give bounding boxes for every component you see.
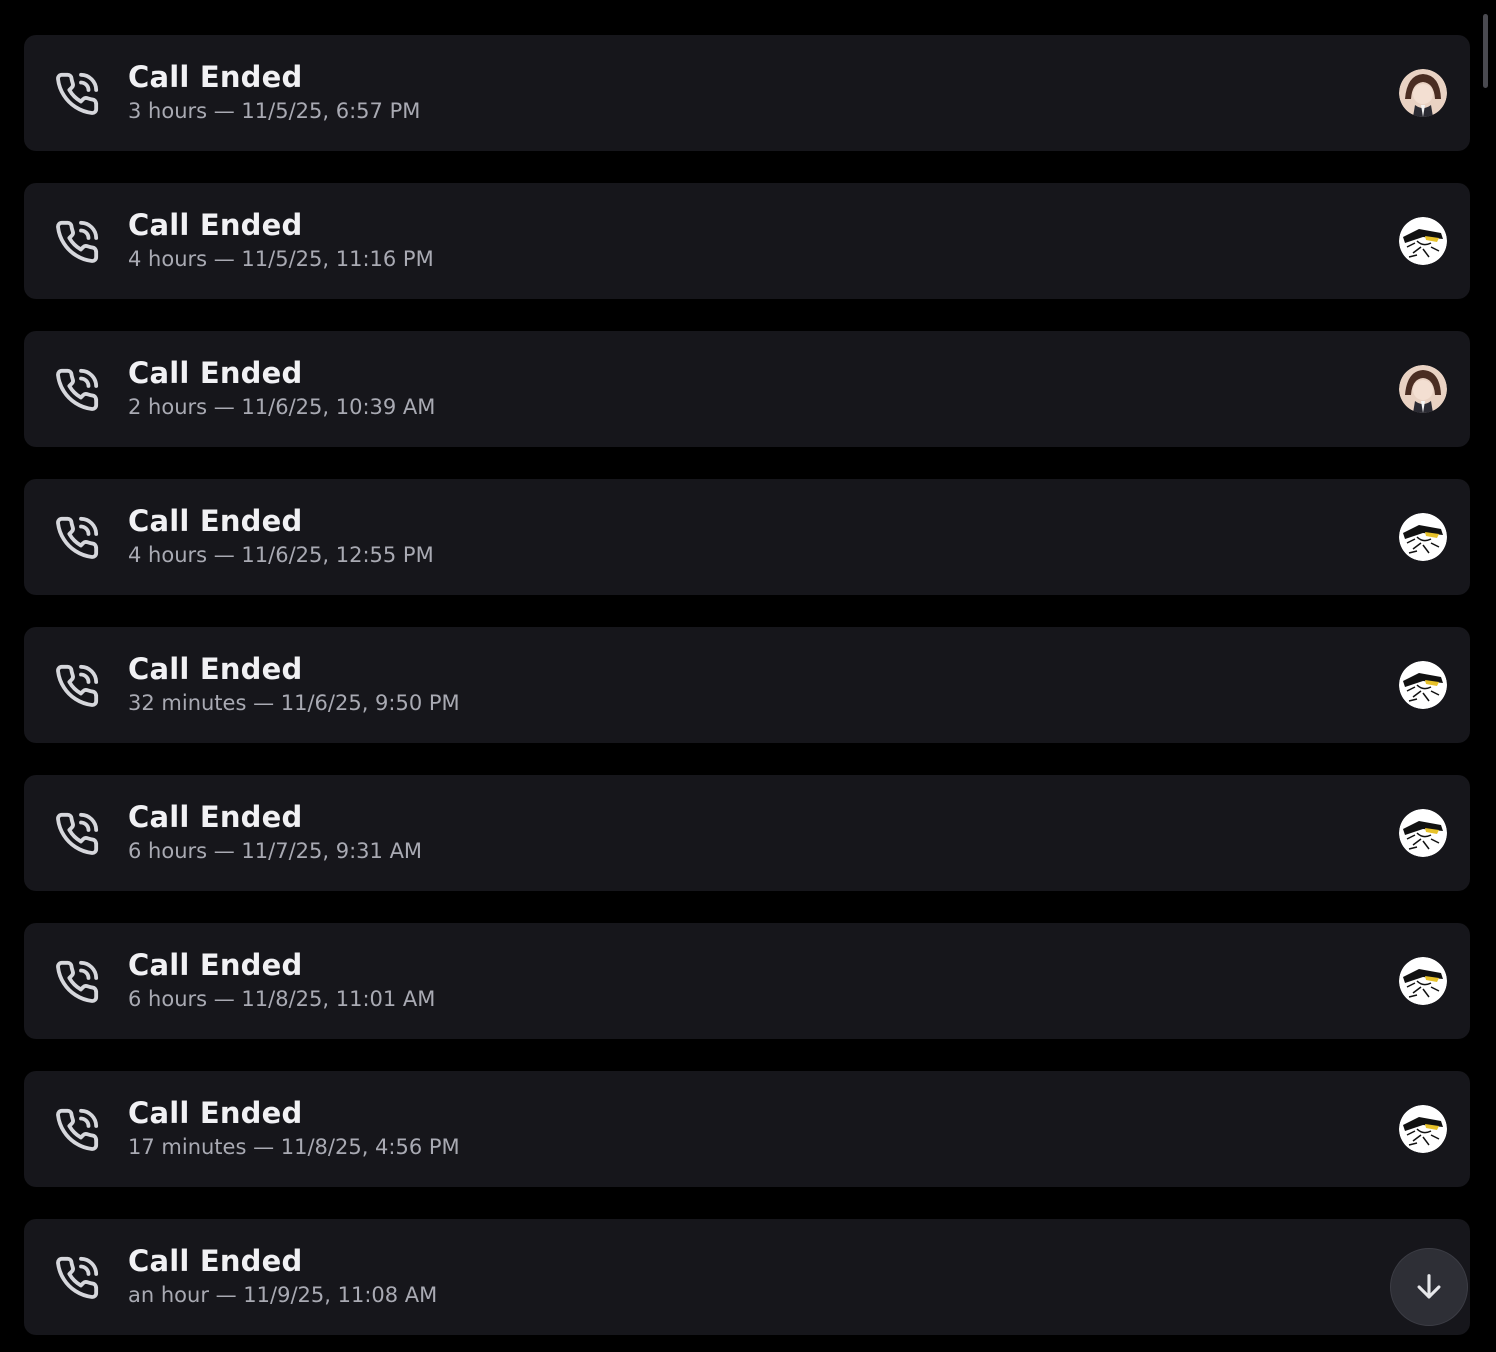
call-title: Call Ended [128, 504, 303, 538]
call-duration-date: 6 hours — 11/8/25, 11:01 AM [128, 987, 436, 1011]
phone-call-icon [56, 368, 99, 411]
avatar[interactable] [1399, 69, 1447, 117]
phone-call-icon [56, 72, 99, 115]
arrow-down-icon [1417, 1274, 1441, 1299]
call-title: Call Ended [128, 60, 303, 94]
avatar[interactable] [1399, 661, 1447, 709]
call-duration-date: 4 hours — 11/6/25, 12:55 PM [128, 543, 434, 567]
call-entry[interactable]: Call Ended an hour — 11/9/25, 11:08 AM [24, 1219, 1470, 1335]
avatar[interactable] [1399, 217, 1447, 265]
call-title: Call Ended [128, 800, 303, 834]
call-duration-date: 4 hours — 11/5/25, 11:16 PM [128, 247, 434, 271]
call-entry[interactable]: Call Ended 6 hours — 11/7/25, 9:31 AM [24, 775, 1470, 891]
call-duration-date: 2 hours — 11/6/25, 10:39 AM [128, 395, 436, 419]
phone-call-icon [56, 1256, 99, 1299]
call-title: Call Ended [128, 948, 303, 982]
avatar[interactable] [1399, 809, 1447, 857]
call-duration-date: 3 hours — 11/5/25, 6:57 PM [128, 99, 421, 123]
phone-call-icon [56, 220, 99, 263]
call-entry[interactable]: Call Ended 4 hours — 11/6/25, 12:55 PM [24, 479, 1470, 595]
call-entry[interactable]: Call Ended 17 minutes — 11/8/25, 4:56 PM [24, 1071, 1470, 1187]
call-list: Call Ended 3 hours — 11/5/25, 6:57 PM Ca… [24, 35, 1470, 1352]
phone-call-icon [56, 960, 99, 1003]
avatar[interactable] [1399, 513, 1447, 561]
call-history-view: Call Ended 3 hours — 11/5/25, 6:57 PM Ca… [0, 0, 1496, 1352]
call-duration-date: 32 minutes — 11/6/25, 9:50 PM [128, 691, 460, 715]
jump-to-bottom-button[interactable] [1390, 1248, 1468, 1326]
call-entry[interactable]: Call Ended 2 hours — 11/6/25, 10:39 AM [24, 331, 1470, 447]
call-duration-date: 6 hours — 11/7/25, 9:31 AM [128, 839, 423, 863]
phone-call-icon [56, 1108, 99, 1151]
call-title: Call Ended [128, 652, 303, 686]
phone-call-icon [56, 516, 99, 559]
call-title: Call Ended [128, 356, 303, 390]
phone-call-icon [56, 664, 99, 707]
scrollbar-thumb[interactable] [1483, 14, 1488, 88]
call-title: Call Ended [128, 1244, 303, 1278]
call-entry[interactable]: Call Ended 6 hours — 11/8/25, 11:01 AM [24, 923, 1470, 1039]
avatar[interactable] [1399, 957, 1447, 1005]
call-entry[interactable]: Call Ended 3 hours — 11/5/25, 6:57 PM [24, 35, 1470, 151]
avatar[interactable] [1399, 365, 1447, 413]
call-entry[interactable]: Call Ended 4 hours — 11/5/25, 11:16 PM [24, 183, 1470, 299]
call-title: Call Ended [128, 1096, 303, 1130]
call-duration-date: 17 minutes — 11/8/25, 4:56 PM [128, 1135, 460, 1159]
call-duration-date: an hour — 11/9/25, 11:08 AM [128, 1283, 438, 1307]
phone-call-icon [56, 812, 99, 855]
call-entry[interactable]: Call Ended 32 minutes — 11/6/25, 9:50 PM [24, 627, 1470, 743]
call-title: Call Ended [128, 208, 303, 242]
avatar[interactable] [1399, 1105, 1447, 1153]
